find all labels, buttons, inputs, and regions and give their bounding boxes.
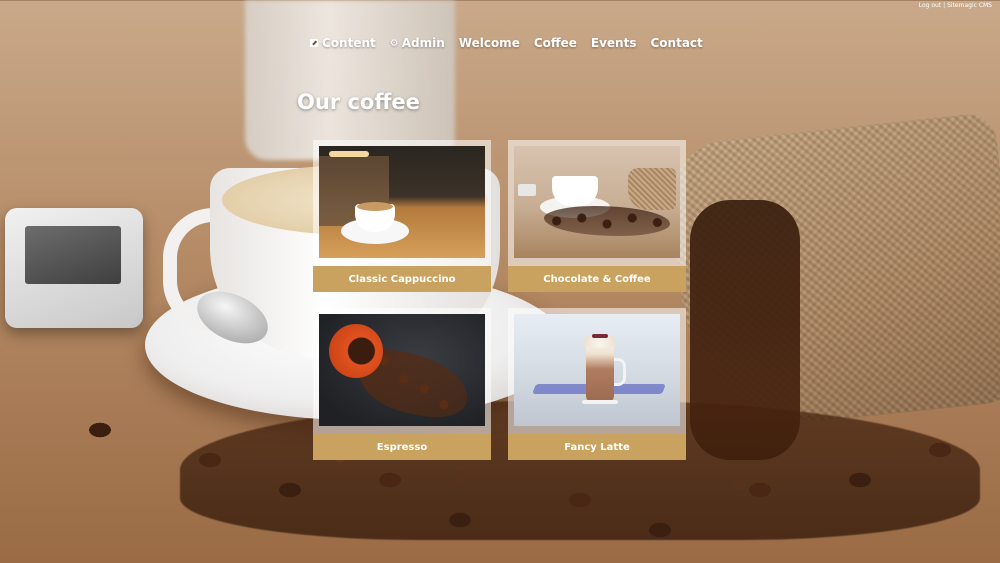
product-tile-chocolate-coffee[interactable]: Chocolate & Coffee [508,140,686,292]
nav-item-label: Content [322,36,376,50]
logout-link[interactable]: Log out [919,2,941,9]
glass-handle [613,358,626,386]
page-title: Our coffee [297,90,420,114]
nav-item-events[interactable]: Events [591,36,637,50]
edit-icon [310,39,318,47]
fancy-latte-photo [514,314,680,426]
chocolate-coffee-photo [514,146,680,258]
product-caption: Fancy Latte [508,434,686,460]
nav-item-label: Admin [401,36,445,50]
chocolate-coffee-scene [514,146,680,258]
cappuccino-photo [319,146,485,258]
espresso-scene [319,314,485,426]
cappuccino-scene [319,146,485,258]
product-caption: Classic Cappuccino [313,266,491,292]
nav-item-label: Coffee [533,36,577,50]
cms-link[interactable]: Sitemagic CMS [947,2,992,9]
product-tile-classic-cappuccino[interactable]: Classic Cappuccino [313,140,491,292]
background-blurred-cup [245,0,455,160]
burlap-sack [628,168,676,210]
product-tile-espresso[interactable]: Espresso [313,308,491,460]
fancy-latte-scene [514,314,680,426]
nav-item-content[interactable]: Content [310,36,376,50]
product-tile-fancy-latte[interactable]: Fancy Latte [508,308,686,460]
product-caption: Chocolate & Coffee [508,266,686,292]
phone [518,184,536,196]
gear-icon: ⚙ [389,37,399,49]
coffee-beans [544,206,670,236]
main-nav: Content ⚙ Admin Welcome Coffee Events Co… [310,36,717,50]
nav-item-admin[interactable]: ⚙ Admin [390,36,445,50]
latte-glass [586,342,614,402]
background-phone-screen [25,226,121,284]
page-root: Log out | Sitemagic CMS Content ⚙ Admin … [0,0,1000,563]
espresso-cup [329,324,383,378]
cafe-lamp [329,151,369,157]
nav-item-label: Welcome [458,36,520,50]
nav-item-coffee[interactable]: Coffee [534,36,577,50]
nav-item-label: Contact [650,36,703,50]
topbar-separator: | [943,2,946,9]
latte-art [357,202,393,211]
nav-item-contact[interactable]: Contact [650,36,702,50]
nav-item-label: Events [590,36,637,50]
espresso-photo [319,314,485,426]
cup [552,176,598,206]
nav-item-welcome[interactable]: Welcome [459,36,520,50]
product-caption: Espresso [313,434,491,460]
background-phone [5,208,143,328]
background-wood-plank [0,0,1000,1]
chocolate-drizzle [592,334,608,338]
admin-topbar: Log out | Sitemagic CMS [919,2,992,9]
glass-base [582,400,618,404]
